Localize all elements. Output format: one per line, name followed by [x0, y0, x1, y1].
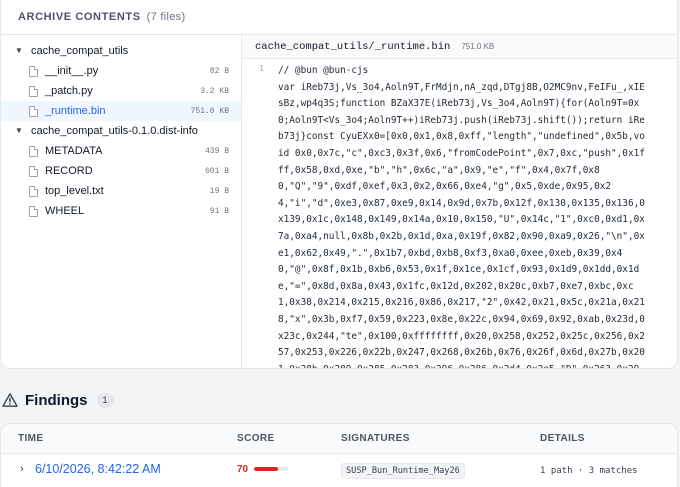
file-tree: ▼ cache_compat_utils __init__.py 82 B _p… [1, 35, 242, 368]
score-value: 70 [237, 463, 249, 475]
column-header-time: TIME [18, 433, 44, 444]
viewer-file-path: cache_compat_utils/_runtime.bin [255, 40, 451, 53]
code-content: // @bun @bun-cjs var iReb73j,Vs_3o4,Aoln… [278, 65, 645, 368]
file-metadata[interactable]: METADATA 439 B [1, 141, 241, 161]
file-size: 19 B [209, 186, 229, 196]
table-row[interactable]: › 6/10/2026, 8:42:22 AM 70 SUSP_Bun_Runt… [1, 454, 677, 484]
findings-table-header: TIME SCORE SIGNATURES DETAILS [1, 424, 677, 454]
file-label: top_level.txt [45, 185, 104, 197]
chevron-right-icon[interactable]: › [20, 463, 32, 475]
findings-table: TIME SCORE SIGNATURES DETAILS › 6/10/202… [0, 423, 678, 487]
folder-label: cache_compat_utils [31, 45, 129, 57]
findings-header: Findings 1 [0, 388, 114, 412]
column-header-score: SCORE [237, 433, 275, 444]
column-header-signatures: SIGNATURES [341, 433, 410, 444]
viewer-file-size: 751.0 KB [461, 42, 495, 51]
finding-time-link[interactable]: 6/10/2026, 8:42:22 AM [35, 462, 161, 476]
signature-badge[interactable]: SUSP_Bun_Runtime_May26 [341, 463, 465, 479]
file-icon [29, 85, 38, 97]
file-record[interactable]: RECORD 601 B [1, 161, 241, 181]
file-init-py[interactable]: __init__.py 82 B [1, 61, 241, 81]
code-area[interactable]: 1 // @bun @bun-cjs var iReb73j,Vs_3o4,Ao… [242, 59, 677, 368]
folder-label: cache_compat_utils-0.1.0.dist-info [31, 125, 198, 137]
file-icon [29, 205, 38, 217]
file-label: __init__.py [45, 65, 99, 77]
archive-title: ARCHIVE CONTENTS [18, 11, 141, 23]
folder-dist-info[interactable]: ▼ cache_compat_utils-0.1.0.dist-info [1, 121, 241, 141]
chevron-down-icon: ▼ [15, 125, 23, 135]
file-size: 601 B [204, 166, 229, 176]
file-viewer: cache_compat_utils/_runtime.bin 751.0 KB… [242, 35, 677, 368]
file-patch-py[interactable]: _patch.py 3.2 KB [1, 81, 241, 101]
column-header-details: DETAILS [540, 433, 585, 444]
file-icon [29, 185, 38, 197]
file-size: 3.2 KB [200, 86, 229, 96]
file-label: RECORD [45, 165, 93, 177]
warning-triangle-icon [2, 393, 18, 407]
file-icon [29, 165, 38, 177]
archive-file-count: (7 files) [146, 11, 186, 23]
file-icon [29, 145, 38, 157]
file-top-level-txt[interactable]: top_level.txt 19 B [1, 181, 241, 201]
file-icon [29, 65, 38, 77]
file-label: _runtime.bin [45, 105, 106, 117]
file-icon [29, 105, 38, 117]
file-size: 82 B [209, 66, 229, 76]
viewer-header: cache_compat_utils/_runtime.bin 751.0 KB [242, 35, 677, 59]
score-bar-fill [254, 467, 278, 471]
score-bar [254, 467, 289, 471]
file-label: WHEEL [45, 205, 85, 217]
folder-cache-compat-utils[interactable]: ▼ cache_compat_utils [1, 41, 241, 61]
file-wheel[interactable]: WHEEL 91 B [1, 201, 241, 221]
file-label: _patch.py [45, 85, 93, 97]
chevron-down-icon: ▼ [15, 45, 23, 55]
file-size: 439 B [204, 146, 229, 156]
archive-contents-panel: ARCHIVE CONTENTS (7 files) ▼ cache_compa… [0, 0, 678, 369]
archive-header: ARCHIVE CONTENTS (7 files) [1, 0, 677, 35]
file-label: METADATA [45, 145, 103, 157]
line-number: 1 [259, 64, 264, 73]
findings-count-badge: 1 [96, 392, 114, 408]
file-size: 751.0 KB [190, 106, 229, 116]
file-size: 91 B [209, 206, 229, 216]
findings-title: Findings [25, 391, 88, 409]
finding-details: 1 path · 3 matches [540, 466, 638, 476]
file-runtime-bin[interactable]: _runtime.bin 751.0 KB [1, 101, 241, 121]
